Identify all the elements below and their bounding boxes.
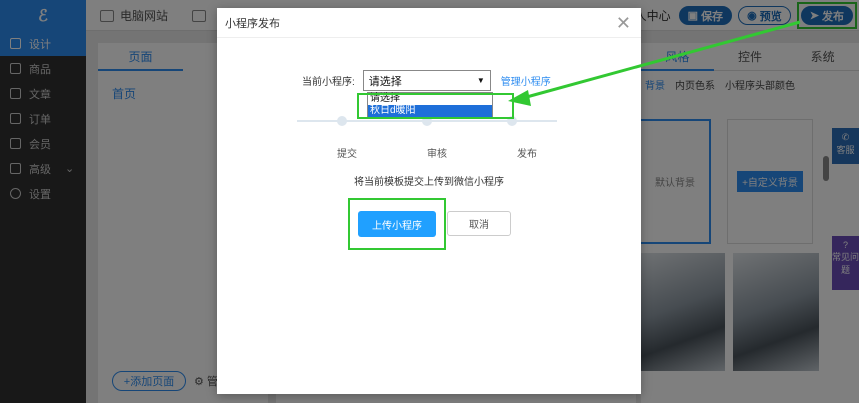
dropdown-highlight: [357, 93, 514, 119]
upload-description: 将当前模板提交上传到微信小程序: [354, 177, 504, 188]
upload-mini-program-button[interactable]: 上传小程序: [358, 211, 436, 237]
mini-program-select-value: 请选择: [368, 75, 402, 88]
current-mini-program-label: 当前小程序:: [302, 77, 355, 88]
step-labels: 提交 审核 发布: [327, 145, 547, 160]
cancel-button[interactable]: 取消: [447, 211, 511, 236]
close-icon[interactable]: ✕: [616, 14, 631, 32]
mini-program-select[interactable]: 请选择 ▼: [362, 70, 491, 91]
step-publish: 发布: [517, 149, 537, 160]
step-dot: [337, 116, 347, 126]
manage-mini-program-link[interactable]: 管理小程序: [501, 73, 551, 88]
upload-highlight: 上传小程序: [348, 198, 446, 250]
dialog-title: 小程序发布: [217, 8, 641, 38]
app-root: ℰ 电脑网站 个人中心 ▣ 保存 ◉ 预览 ➤ 发布: [0, 0, 859, 403]
step-submit: 提交: [337, 149, 357, 160]
publish-mini-program-dialog: 小程序发布 ✕ 当前小程序: 请选择 ▼ 管理小程序 请选择 秋日d暖阳 提交 …: [217, 8, 641, 394]
step-review: 审核: [427, 149, 447, 160]
mini-program-select-row: 当前小程序: 请选择 ▼ 管理小程序: [302, 70, 551, 91]
dropdown-arrow-icon: ▼: [476, 76, 485, 85]
